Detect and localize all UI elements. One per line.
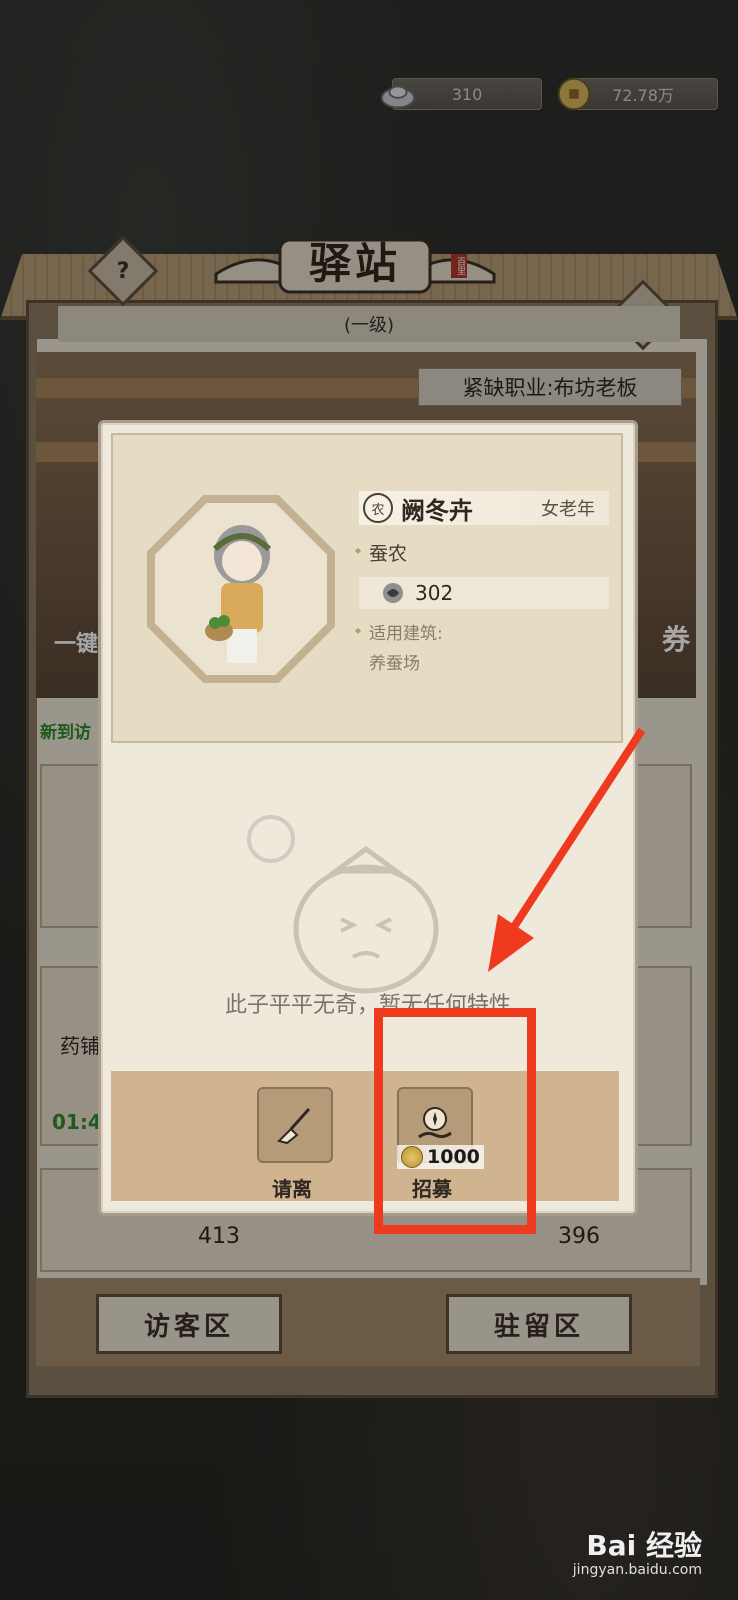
highlight-box — [374, 1008, 536, 1234]
watermark-url: jingyan.baidu.com — [572, 1562, 702, 1578]
watermark-brand: Bai 经验 — [586, 1529, 702, 1562]
annotation-arrow — [488, 727, 646, 972]
